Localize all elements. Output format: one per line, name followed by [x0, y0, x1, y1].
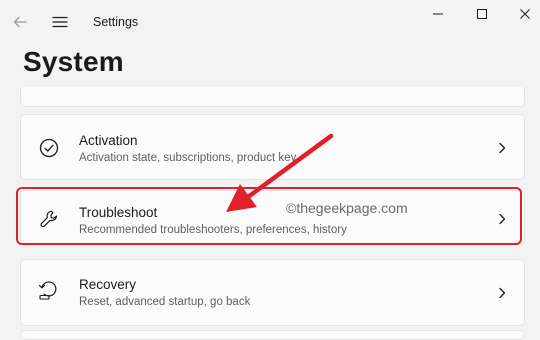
annotation-arrow: [226, 133, 334, 212]
